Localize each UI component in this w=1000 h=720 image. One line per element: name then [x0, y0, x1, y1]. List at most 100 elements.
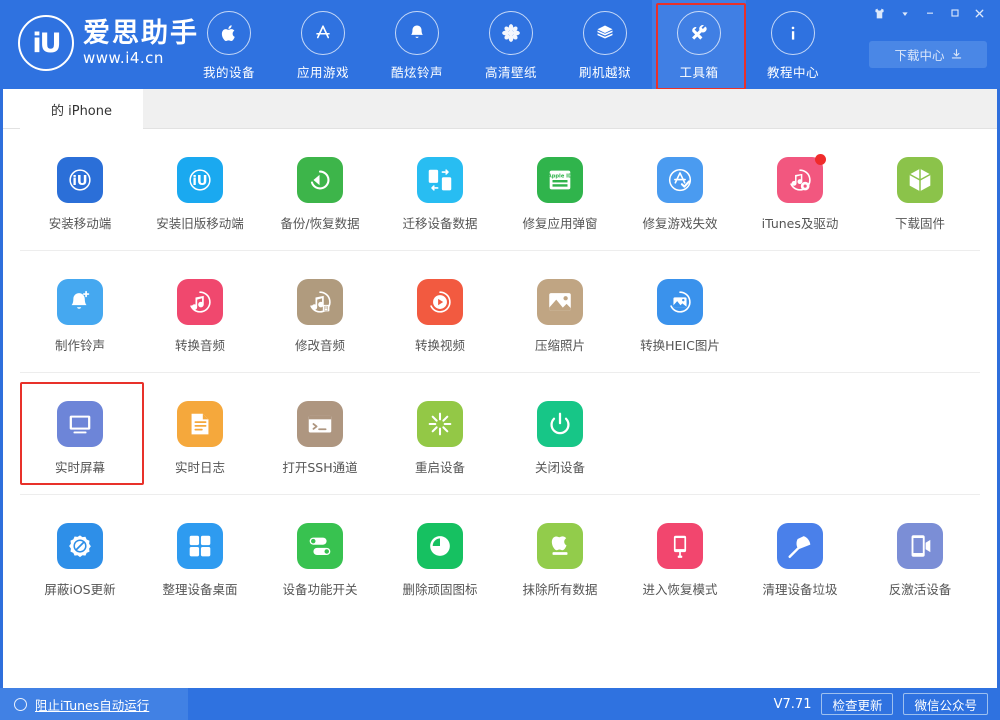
- arrange-home-icon: [177, 523, 223, 569]
- tool-tile-label: 修改音频: [295, 335, 345, 354]
- tool-tile-recovery-mode[interactable]: 进入恢复模式: [620, 517, 740, 602]
- firmware-box-icon: [897, 157, 943, 203]
- tool-tile-delete-icon[interactable]: 删除顽固图标: [380, 517, 500, 602]
- block-itunes-label[interactable]: 阻止iTunes自动运行: [35, 695, 149, 714]
- tool-tile-firmware-box[interactable]: 下载固件: [860, 151, 980, 236]
- bell-icon: [395, 11, 439, 55]
- tool-tile-compress-photo[interactable]: 压缩照片: [500, 273, 620, 358]
- nav-item-appstore[interactable]: 应用游戏: [276, 0, 370, 89]
- make-ringtone-icon: [57, 279, 103, 325]
- notification-badge: [815, 154, 826, 165]
- toolbox-icon: [677, 11, 721, 55]
- toolbox-row: 屏蔽iOS更新 整理设备桌面 设备功能开关删除顽固图标 抹除所有数据 进入恢复模式清理设…: [20, 495, 980, 616]
- status-bar: 阻止iTunes自动运行 V7.71 检查更新 微信公众号: [0, 688, 1000, 720]
- tool-tile-arrange-home[interactable]: 整理设备桌面: [140, 517, 260, 602]
- tool-tile-label: 重启设备: [415, 457, 465, 476]
- migrate-data-icon: [417, 157, 463, 203]
- tool-tile-backup-restore[interactable]: 备份/恢复数据: [260, 151, 380, 236]
- tool-tile-deactivate[interactable]: 反激活设备: [860, 517, 980, 602]
- minimize-icon[interactable]: [917, 2, 942, 24]
- tool-tile-convert-heic[interactable]: 转换HEIC图片: [620, 273, 740, 358]
- nav-item-label: 工具箱: [679, 62, 718, 81]
- block-update-icon: [57, 523, 103, 569]
- nav-item-label: 教程中心: [767, 62, 819, 81]
- toolbox-row: 实时屏幕实时日志 打开SSH通道重启设备 关闭设备: [20, 373, 980, 495]
- tool-tile-label: 迁移设备数据: [402, 213, 477, 232]
- nav-item-bell[interactable]: 酷炫铃声: [370, 0, 464, 89]
- nav-item-flower[interactable]: 高清壁纸: [464, 0, 558, 89]
- tool-tile-live-screen[interactable]: 实时屏幕: [20, 395, 140, 480]
- delete-icon-icon: [417, 523, 463, 569]
- svg-text:自: 自: [324, 304, 329, 312]
- svg-text:iU: iU: [192, 174, 207, 189]
- tool-tile-reboot[interactable]: 重启设备: [380, 395, 500, 480]
- tool-tile-itunes-driver[interactable]: iTunes及驱动: [740, 151, 860, 236]
- toolbox-grid: iU 安装移动端 iU 安装旧版移动端 备份/恢复数据 迁移设备数据 Apple ID修复应…: [3, 129, 997, 616]
- tool-tile-i4-app-old[interactable]: iU 安装旧版移动端: [140, 151, 260, 236]
- info-icon: [771, 11, 815, 55]
- tool-tile-label: 实时日志: [175, 457, 225, 476]
- download-center-button[interactable]: 下载中心: [869, 41, 987, 68]
- tool-tile-convert-audio[interactable]: 转换音频: [140, 273, 260, 358]
- tool-tile-clean-junk[interactable]: 清理设备垃圾: [740, 517, 860, 602]
- tool-tile-erase-all[interactable]: 抹除所有数据: [500, 517, 620, 602]
- tool-tile-label: 安装旧版移动端: [156, 213, 244, 232]
- deactivate-icon: [897, 523, 943, 569]
- close-icon[interactable]: [967, 2, 992, 24]
- nav-item-toolbox[interactable]: 工具箱: [652, 0, 746, 89]
- nav-item-info[interactable]: 教程中心: [746, 0, 840, 89]
- nav-item-label: 我的设备: [203, 62, 255, 81]
- maximize-icon[interactable]: [942, 2, 967, 24]
- tab-device-iphone[interactable]: 的 iPhone: [20, 89, 143, 129]
- edit-audio-icon: 自: [297, 279, 343, 325]
- live-log-icon: [177, 401, 223, 447]
- tool-tile-fix-game[interactable]: 修复游戏失效: [620, 151, 740, 236]
- tool-tile-poweroff[interactable]: 关闭设备: [500, 395, 620, 480]
- clean-junk-icon: [777, 523, 823, 569]
- download-center-label: 下载中心: [894, 45, 944, 64]
- tool-tile-label: 压缩照片: [535, 335, 585, 354]
- tool-tile-label: 删除顽固图标: [402, 579, 477, 598]
- tool-tile-label: 修复游戏失效: [642, 213, 717, 232]
- erase-all-icon: [537, 523, 583, 569]
- flower-icon: [489, 11, 533, 55]
- tool-tile-ssh[interactable]: 打开SSH通道: [260, 395, 380, 480]
- tool-tile-edit-audio[interactable]: 自修改音频: [260, 273, 380, 358]
- app-window: iU 爱思助手 www.i4.cn 我的设备应用游戏酷炫铃声高清壁纸刷机越狱工具…: [0, 0, 1000, 720]
- tool-tile-make-ringtone[interactable]: 制作铃声: [20, 273, 140, 358]
- menu-icon[interactable]: [892, 2, 917, 24]
- tool-tile-label: 转换视频: [415, 335, 465, 354]
- i4-app-icon: iU: [57, 157, 103, 203]
- tool-tile-block-update[interactable]: 屏蔽iOS更新: [20, 517, 140, 602]
- tool-tile-i4-app[interactable]: iU 安装移动端: [20, 151, 140, 236]
- tool-tile-live-log[interactable]: 实时日志: [140, 395, 260, 480]
- logo-mark-text: iU: [32, 28, 59, 59]
- tool-tile-label: 修复应用弹窗: [522, 213, 597, 232]
- skin-icon[interactable]: [867, 2, 892, 24]
- nav-item-open-box[interactable]: 刷机越狱: [558, 0, 652, 89]
- apple-icon: [207, 11, 251, 55]
- tool-tile-label: 备份/恢复数据: [280, 213, 359, 232]
- radio-icon[interactable]: [14, 698, 27, 711]
- wechat-label: 微信公众号: [914, 695, 977, 714]
- window-controls: [867, 2, 992, 24]
- tool-tile-apple-id[interactable]: Apple ID修复应用弹窗: [500, 151, 620, 236]
- tool-tile-label: 抹除所有数据: [522, 579, 597, 598]
- tool-tile-feature-toggle[interactable]: 设备功能开关: [260, 517, 380, 602]
- wechat-button[interactable]: 微信公众号: [903, 693, 988, 715]
- tool-tile-label: 关闭设备: [535, 457, 585, 476]
- tool-tile-label: 制作铃声: [55, 335, 105, 354]
- feature-toggle-icon: [297, 523, 343, 569]
- check-update-button[interactable]: 检查更新: [821, 693, 893, 715]
- tool-tile-label: 安装移动端: [49, 213, 112, 232]
- poweroff-icon: [537, 401, 583, 447]
- open-box-icon: [583, 11, 627, 55]
- backup-restore-icon: [297, 157, 343, 203]
- tool-tile-label: 屏蔽iOS更新: [44, 579, 115, 598]
- tool-tile-label: 整理设备桌面: [162, 579, 237, 598]
- nav-item-apple[interactable]: 我的设备: [182, 0, 276, 89]
- tool-tile-label: 下载固件: [895, 213, 945, 232]
- tool-tile-convert-video[interactable]: 转换视频: [380, 273, 500, 358]
- tool-tile-migrate-data[interactable]: 迁移设备数据: [380, 151, 500, 236]
- block-itunes-option[interactable]: 阻止iTunes自动运行: [0, 688, 188, 720]
